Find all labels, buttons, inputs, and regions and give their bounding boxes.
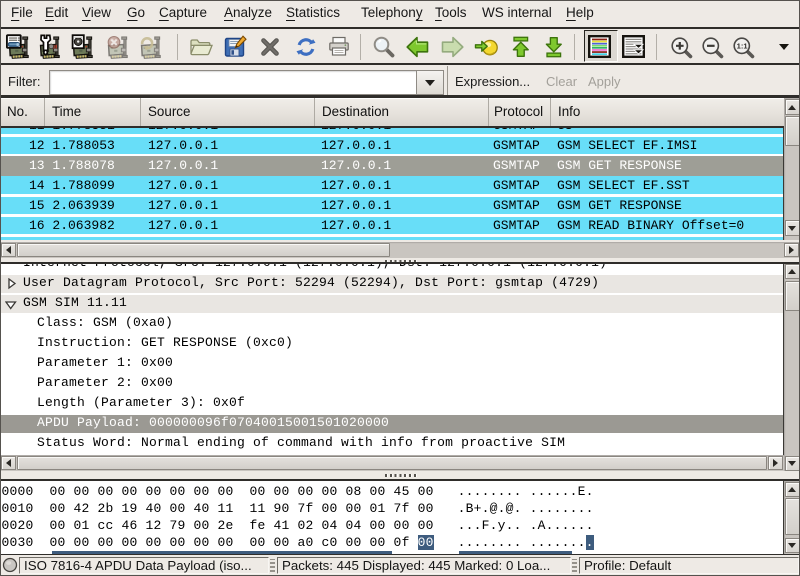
svg-text:1:1: 1:1 <box>737 41 749 50</box>
